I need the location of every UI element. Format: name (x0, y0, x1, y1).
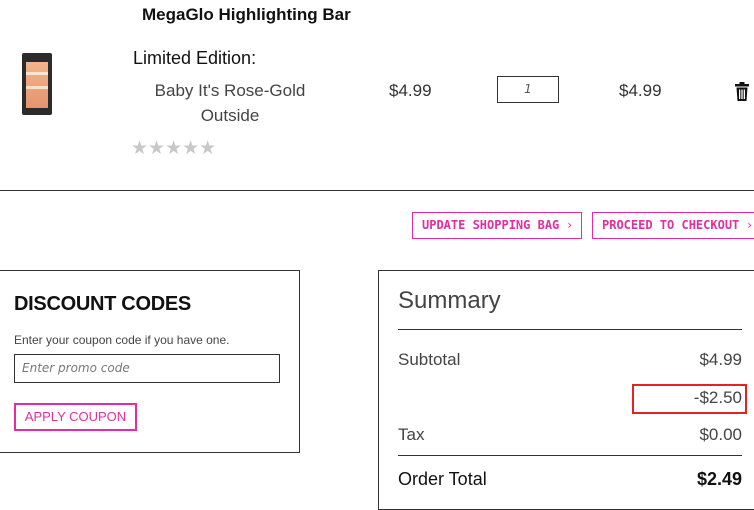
proceed-to-checkout-button[interactable]: PROCEED TO CHECKOUT › (592, 212, 754, 239)
product-edition: Limited Edition: (133, 48, 257, 68)
chevron-right-icon: › (747, 218, 753, 232)
product-image-label (26, 72, 48, 75)
subtotal-label: Subtotal (398, 350, 461, 369)
summary-title: Summary (398, 287, 501, 314)
section-divider (0, 190, 754, 191)
line-total: $4.99 (619, 81, 662, 100)
order-total-divider (398, 455, 742, 456)
update-button-label: UPDATE SHOPPING BAG (422, 218, 560, 232)
order-total-label: Order Total (398, 469, 487, 489)
product-image-pan (26, 62, 48, 108)
unit-price: $4.99 (389, 81, 432, 100)
product-variant-line2: Outside (200, 106, 260, 125)
product-variant: Baby It's Rose-Gold Outside (132, 78, 328, 128)
product-variant-line1: Baby It's Rose-Gold (154, 81, 306, 100)
chevron-right-icon: › (567, 218, 573, 232)
discount-hint: Enter your coupon code if you have one. (14, 333, 230, 347)
product-thumbnail[interactable] (22, 53, 52, 115)
summary-divider (398, 329, 742, 330)
promo-code-input[interactable]: Enter promo code (14, 354, 280, 383)
tax-label: Tax (398, 425, 425, 444)
subtotal-value: $4.99 (699, 350, 742, 369)
product-name[interactable]: MegaGlo Highlighting Bar (142, 5, 351, 25)
quantity-input[interactable]: 1 (497, 76, 559, 103)
product-image-label (26, 86, 48, 89)
tax-value: $0.00 (699, 425, 742, 444)
apply-coupon-button[interactable]: APPLY COUPON (14, 403, 137, 431)
trash-icon[interactable] (734, 82, 750, 102)
rating-stars[interactable]: ★★★★★ (131, 137, 216, 160)
discount-value: -$2.50 (693, 388, 742, 407)
checkout-button-label: PROCEED TO CHECKOUT (602, 218, 740, 232)
discount-codes-title: DISCOUNT CODES (14, 293, 191, 315)
order-total-value: $2.49 (696, 469, 742, 489)
update-shopping-bag-button[interactable]: UPDATE SHOPPING BAG › (412, 212, 582, 239)
